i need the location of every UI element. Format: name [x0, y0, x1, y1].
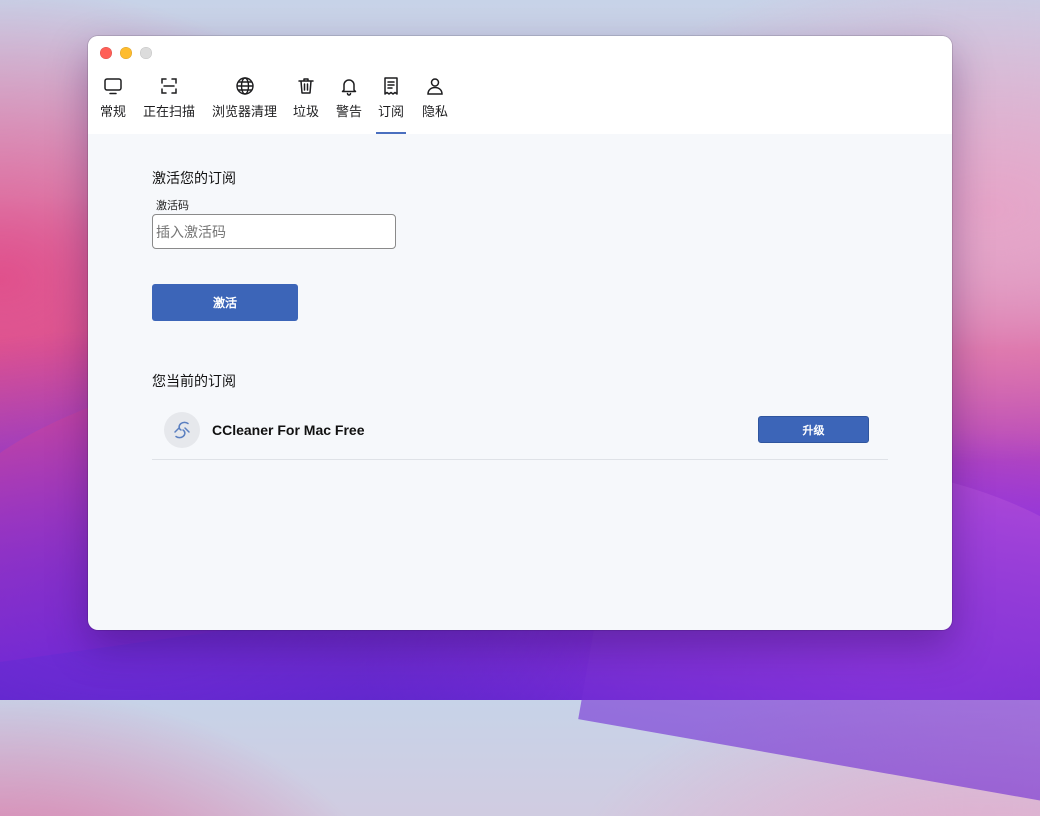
tab-label: 隐私	[422, 104, 449, 119]
activate-button[interactable]: 激活	[152, 284, 298, 321]
subscription-panel: 激活您的订阅 激活码 激活 您当前的订阅 CCleaner For Mac Fr…	[88, 134, 952, 630]
window-controls	[100, 47, 152, 59]
tab-junk[interactable]: 垃圾	[293, 74, 319, 134]
tab-privacy[interactable]: 隐私	[422, 74, 448, 134]
tab-general[interactable]: 常规	[100, 74, 126, 134]
tab-browser-cleanup[interactable]: 浏览器清理	[212, 74, 277, 134]
activation-heading: 激活您的订阅	[152, 170, 236, 186]
tab-label: 警告	[336, 104, 363, 119]
zoom-window-button[interactable]	[140, 47, 152, 59]
close-window-button[interactable]	[100, 47, 112, 59]
tab-label: 订阅	[378, 104, 405, 119]
ccleaner-logo-icon	[164, 412, 200, 448]
activation-code-label: 激活码	[156, 200, 189, 212]
monitor-icon	[104, 78, 122, 95]
tab-alerts[interactable]: 警告	[336, 74, 362, 134]
minimize-window-button[interactable]	[120, 47, 132, 59]
product-name: CCleaner For Mac Free	[212, 422, 365, 438]
current-subscription-heading: 您当前的订阅	[152, 373, 236, 389]
tab-label: 常规	[100, 104, 127, 119]
subscription-row: CCleaner For Mac Free 升级	[152, 404, 888, 460]
receipt-icon	[384, 77, 398, 95]
preferences-tabs: 常规 正在扫描 浏览器清理 垃圾 警告 订阅 隐私	[88, 74, 952, 134]
tab-scanning[interactable]: 正在扫描	[143, 74, 195, 134]
tab-label: 正在扫描	[143, 104, 196, 119]
tab-label: 垃圾	[293, 104, 320, 119]
bell-icon	[341, 79, 357, 96]
activation-code-input[interactable]	[152, 214, 396, 249]
globe-icon	[235, 77, 254, 95]
person-icon	[427, 78, 443, 95]
upgrade-button[interactable]: 升级	[758, 416, 869, 443]
toolbar: 常规 正在扫描 浏览器清理 垃圾 警告 订阅 隐私	[88, 36, 952, 134]
app-window: 常规 正在扫描 浏览器清理 垃圾 警告 订阅 隐私 激活您的订阅 激活码 插入激…	[88, 36, 952, 630]
scan-frame-icon	[161, 78, 177, 94]
trash-icon	[298, 78, 314, 94]
tab-subscription[interactable]: 订阅	[376, 74, 406, 134]
tab-label: 浏览器清理	[212, 104, 278, 119]
